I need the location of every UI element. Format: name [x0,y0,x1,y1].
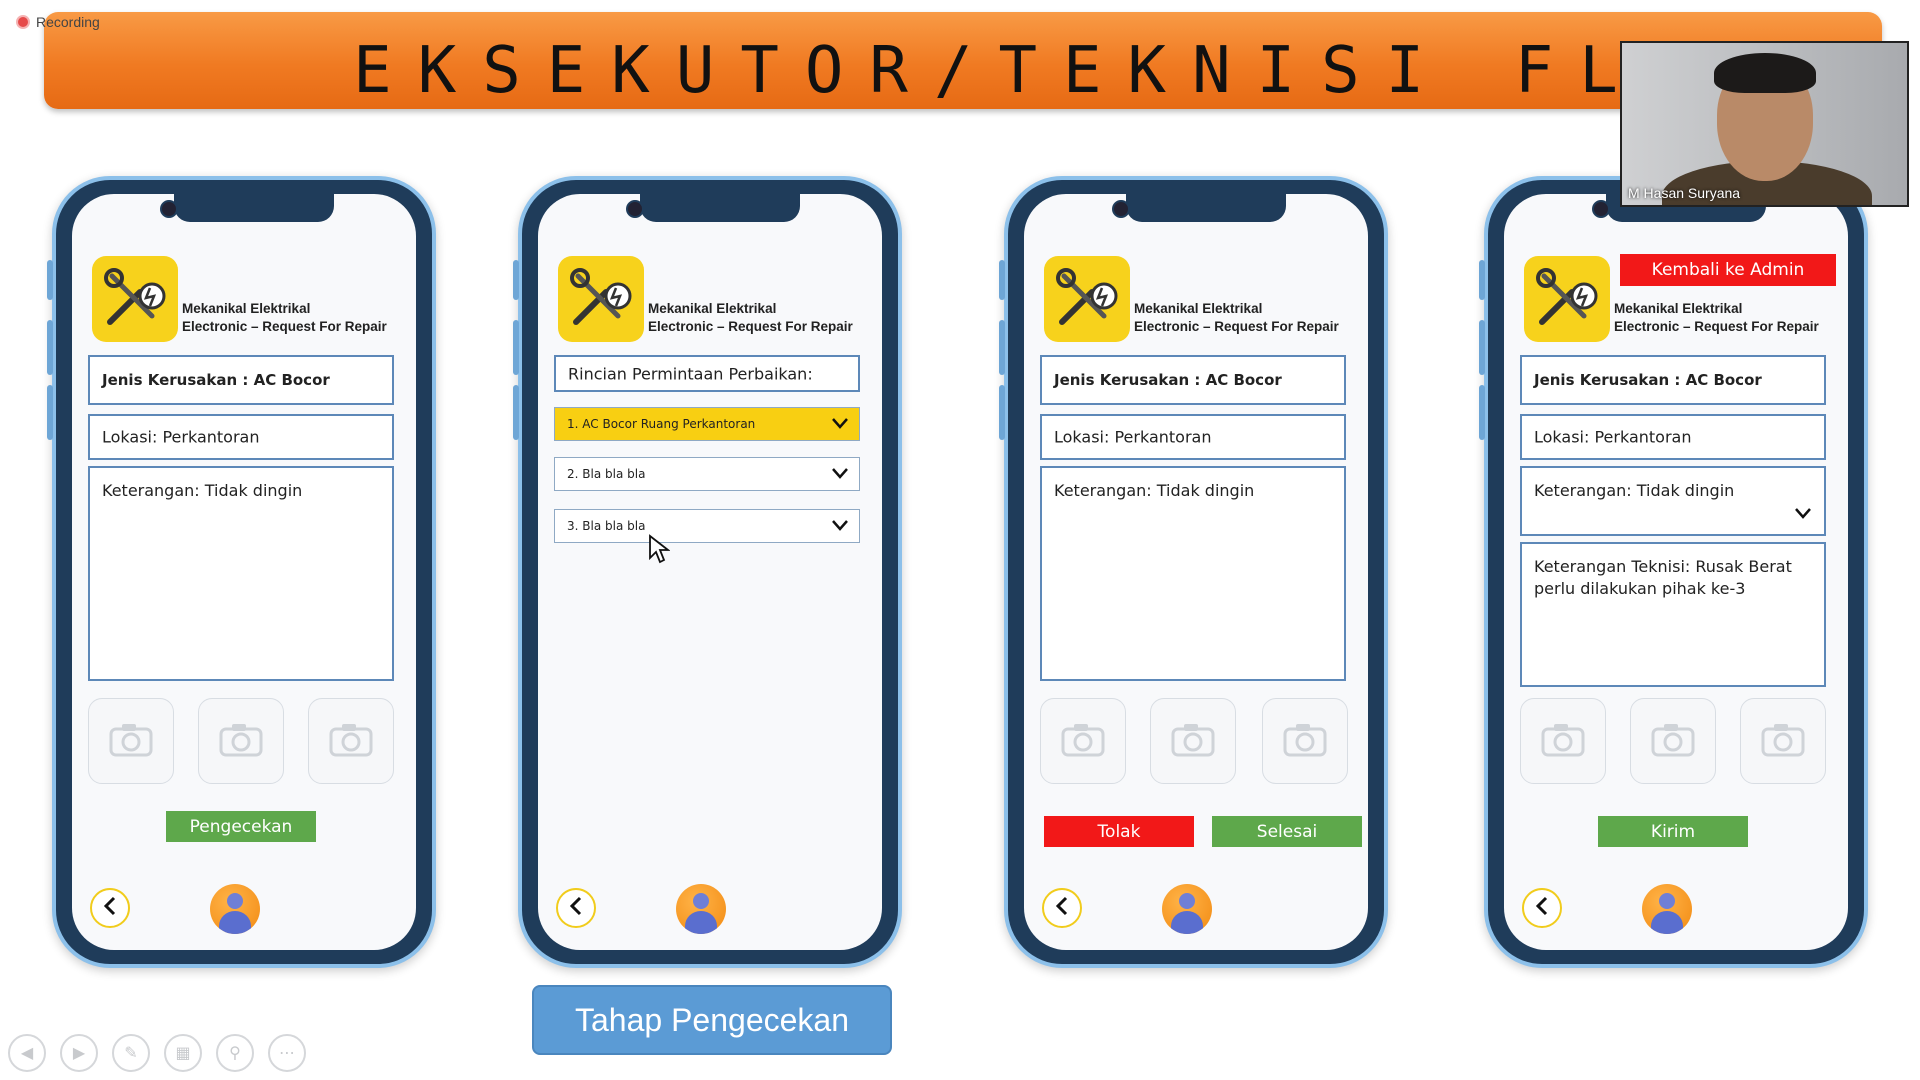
damage-type-field[interactable]: Jenis Kerusakan : AC Bocor [1520,355,1826,405]
photo-slot-2[interactable] [1150,698,1236,784]
photo-slot-1[interactable] [1040,698,1126,784]
camera-icon [1760,721,1806,762]
zoom-icon[interactable]: ⚲ [216,1034,254,1072]
camera-notch-icon [1592,200,1610,218]
phone-screen: Mekanikal Elektrikal Electronic – Request… [1024,194,1368,950]
app-title: Mekanikal Elektrikal Electronic – Request… [1614,301,1819,334]
back-button[interactable] [1042,888,1082,928]
phone-screen: Mekanikal Elektrikal Electronic – Request… [538,194,882,950]
next-slide-icon[interactable]: ▶ [60,1034,98,1072]
pen-icon[interactable]: ✎ [112,1034,150,1072]
phone-mockup-3: Mekanikal Elektrikal Electronic – Request… [999,176,1388,968]
repair-details-header: Rincian Permintaan Perbaikan: [554,355,860,392]
camera-icon [1282,721,1328,762]
back-arrow-icon [1054,896,1070,921]
technician-notes-field[interactable]: Keterangan Teknisi: Rusak Berat perlu di… [1520,542,1826,687]
camera-notch-icon [626,200,644,218]
camera-notch-icon [160,200,178,218]
repair-item-dropdown-1[interactable]: 1. AC Bocor Ruang Perkantoran [554,407,860,441]
phone-mockup-2: Mekanikal Elektrikal Electronic – Request… [513,176,902,968]
slideshow-controls: ◀ ▶ ✎ ▦ ⚲ ⋯ [8,1034,306,1072]
more-options-icon[interactable]: ⋯ [268,1034,306,1072]
back-arrow-icon [568,896,584,921]
app-title: Mekanikal Elektrikal Electronic – Request… [1134,301,1339,334]
photo-slot-1[interactable] [1520,698,1606,784]
app-title: Mekanikal Elektrikal Electronic – Request… [182,301,387,334]
notes-field[interactable]: Keterangan: Tidak dingin [88,466,394,681]
camera-icon [1060,721,1106,762]
back-button[interactable] [556,888,596,928]
repair-item-dropdown-2[interactable]: 2. Bla bla bla [554,457,860,491]
photo-slot-2[interactable] [1630,698,1716,784]
participant-name: M Hasan Suryana [1628,185,1741,201]
mouse-cursor-icon [649,534,670,564]
stage-caption: Tahap Pengecekan [532,985,892,1055]
location-field[interactable]: Lokasi: Perkantoran [1040,414,1346,460]
chevron-down-icon [832,520,848,531]
photo-slot-3[interactable] [1740,698,1826,784]
webcam-video: M Hasan Suryana [1620,41,1909,207]
send-button[interactable]: Kirim [1598,816,1748,847]
damage-type-field[interactable]: Jenis Kerusakan : AC Bocor [88,355,394,405]
phone-mockup-1: Mekanikal Elektrikal Electronic – Request… [47,176,436,968]
back-button[interactable] [1522,888,1562,928]
tools-bulb-icon [92,256,178,342]
chevron-down-icon [832,468,848,479]
camera-icon [218,721,264,762]
tools-bulb-icon [558,256,644,342]
app-title: Mekanikal Elektrikal Electronic – Request… [648,301,853,334]
user-avatar-icon[interactable] [1162,884,1212,934]
location-field[interactable]: Lokasi: Perkantoran [1520,414,1826,460]
slides-grid-icon[interactable]: ▦ [164,1034,202,1072]
repair-item-dropdown-3[interactable]: 3. Bla bla bla [554,509,860,543]
photo-slot-3[interactable] [1262,698,1348,784]
camera-icon [108,721,154,762]
location-field[interactable]: Lokasi: Perkantoran [88,414,394,460]
camera-icon [1540,721,1586,762]
tools-bulb-icon [1524,256,1610,342]
camera-icon [1170,721,1216,762]
previous-slide-icon[interactable]: ◀ [8,1034,46,1072]
chevron-down-icon [832,418,848,429]
notes-field[interactable]: Keterangan: Tidak dingin [1040,466,1346,681]
back-to-admin-button[interactable]: Kembali ke Admin [1620,254,1836,286]
photo-slot-3[interactable] [308,698,394,784]
notes-collapsible[interactable]: Keterangan: Tidak dingin [1520,466,1826,536]
phone-screen: Mekanikal Elektrikal Electronic – Request… [72,194,416,950]
camera-notch-icon [1112,200,1130,218]
phone-screen: Kembali ke Admin Mekanikal Elektrikal Ele… [1504,194,1848,950]
reject-button[interactable]: Tolak [1044,816,1194,847]
camera-icon [1650,721,1696,762]
user-avatar-icon[interactable] [1642,884,1692,934]
chevron-down-icon [1795,508,1811,519]
back-button[interactable] [90,888,130,928]
banner-title: EKSEKUTOR/TEKNISI FLOW [353,34,1773,108]
check-button[interactable]: Pengecekan [166,811,316,842]
photo-slot-1[interactable] [88,698,174,784]
record-icon [16,15,30,29]
recording-label: Recording [36,14,100,30]
photo-slot-2[interactable] [198,698,284,784]
done-button[interactable]: Selesai [1212,816,1362,847]
camera-icon [328,721,374,762]
recording-indicator: Recording [16,14,100,30]
user-avatar-icon[interactable] [676,884,726,934]
back-arrow-icon [1534,896,1550,921]
user-avatar-icon[interactable] [210,884,260,934]
damage-type-field[interactable]: Jenis Kerusakan : AC Bocor [1040,355,1346,405]
back-arrow-icon [102,896,118,921]
phone-mockup-4: Kembali ke Admin Mekanikal Elektrikal Ele… [1479,176,1868,968]
tools-bulb-icon [1044,256,1130,342]
title-banner: EKSEKUTOR/TEKNISI FLOW [44,12,1882,109]
